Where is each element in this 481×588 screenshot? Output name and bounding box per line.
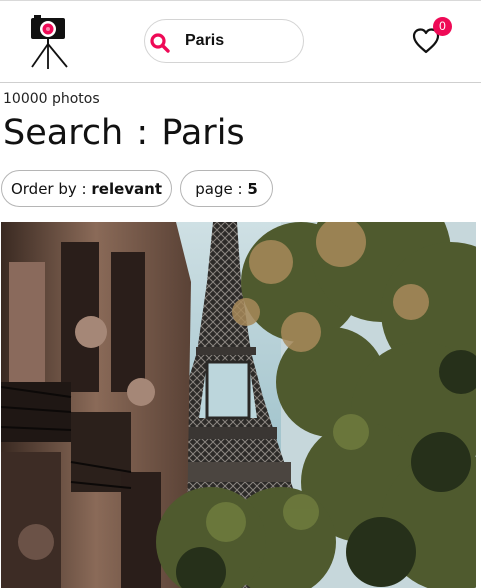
favorites-count-badge: 0: [433, 17, 452, 36]
search-bar: [144, 19, 304, 63]
logo[interactable]: [28, 15, 74, 71]
title-prefix: Search: [3, 113, 124, 153]
order-by-value: relevant: [91, 179, 163, 198]
page-label: page: [195, 179, 233, 198]
title-separator: :: [136, 113, 149, 153]
order-by-button[interactable]: Order by : relevant: [1, 170, 172, 207]
photo-card[interactable]: [1, 222, 476, 588]
page-button[interactable]: page : 5: [180, 170, 273, 207]
page-title: Search : Paris: [3, 110, 245, 156]
results-count: 10000 photos: [3, 91, 100, 107]
app-header: 0: [0, 1, 481, 83]
eiffel-tower-photo: [1, 222, 476, 588]
title-query: Paris: [161, 113, 245, 153]
order-by-label: Order by: [10, 179, 77, 198]
search-icon[interactable]: [149, 32, 171, 54]
page-value: 5: [247, 179, 258, 198]
search-input[interactable]: [185, 29, 295, 53]
order-by-separator: :: [81, 179, 87, 198]
page-separator: :: [237, 179, 243, 198]
camera-on-tripod-icon: [31, 15, 68, 69]
favorites-button[interactable]: 0: [411, 17, 452, 57]
